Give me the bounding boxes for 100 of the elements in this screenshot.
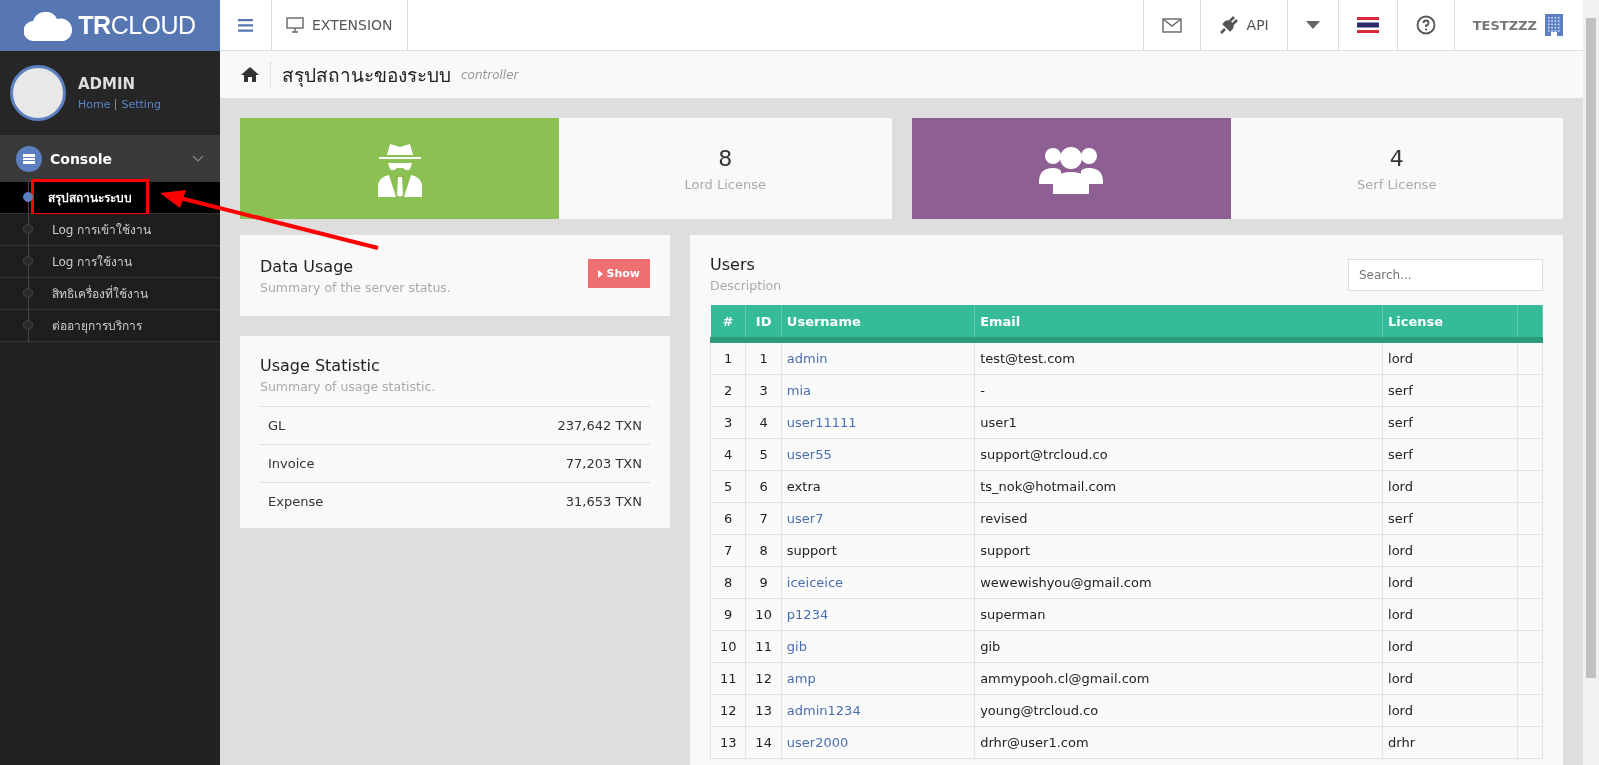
table-cell: 11 xyxy=(710,662,746,695)
monitor-icon xyxy=(286,17,304,33)
table-cell: gib xyxy=(974,630,1383,663)
username-link[interactable]: iceiceice xyxy=(786,575,844,590)
bullet-icon xyxy=(23,192,33,202)
table-cell: lord xyxy=(1382,534,1518,567)
username-link[interactable]: p1234 xyxy=(786,607,829,622)
profile-link[interactable]: Setting xyxy=(121,98,161,111)
menu-label: ต่ออายุการบริการ xyxy=(51,318,143,336)
sidebar-item[interactable]: Log การเข้าใช้งาน xyxy=(0,214,220,246)
table-cell: 8 xyxy=(710,566,746,599)
table-cell: support xyxy=(781,534,975,567)
cloud-icon xyxy=(24,10,73,41)
table-cell: 2 xyxy=(710,374,746,407)
table-cell: lord xyxy=(1382,662,1518,695)
table-cell: - xyxy=(974,374,1383,407)
license-label: Serf License xyxy=(1357,176,1437,192)
table-cell: wewewishyou@gmail.com xyxy=(974,566,1383,599)
page-subtitle: controller xyxy=(461,67,519,82)
table-cell: 12 xyxy=(710,694,746,727)
table-cell: 4 xyxy=(710,438,746,471)
table-cell: revised xyxy=(974,502,1383,535)
play-icon xyxy=(597,269,603,278)
table-cell: 3 xyxy=(710,406,746,439)
plug-icon xyxy=(1218,15,1239,35)
menu-label: สิทธิเครื่องที่ใช้งาน xyxy=(51,284,149,303)
username-link[interactable]: user11111 xyxy=(786,415,857,430)
table-cell: lord xyxy=(1382,630,1518,663)
license-count: 8 xyxy=(718,145,733,171)
profile-link[interactable]: Home xyxy=(78,98,111,111)
card-title: Users xyxy=(710,255,756,274)
table-cell: serf xyxy=(1382,406,1518,439)
username-link[interactable]: user55 xyxy=(786,447,832,462)
brand-logo[interactable]: TRCLOUD xyxy=(0,0,220,51)
license-label: Lord License xyxy=(684,176,766,192)
card-subtitle: Summary of usage statistic. xyxy=(260,379,437,394)
flag-icon xyxy=(1356,17,1379,33)
menu-label: Log การเข้าใช้งาน xyxy=(51,222,153,239)
table-cell: lord xyxy=(1382,694,1518,727)
sidebar-item[interactable]: สรุปสถานะระบบ xyxy=(0,182,220,214)
home-icon[interactable] xyxy=(240,66,260,83)
table-cell: extra xyxy=(781,470,975,503)
table-cell: support@trcloud.co xyxy=(974,438,1383,471)
license-count: 4 xyxy=(1389,145,1404,171)
table-cell: 5 xyxy=(710,470,746,503)
bullet-icon xyxy=(23,288,33,298)
menu-label: Log การใช้งาน xyxy=(51,254,134,271)
stat-label: Invoice xyxy=(268,456,315,471)
table-cell: 7 xyxy=(710,534,746,567)
table-cell: ammypooh.cl@gmail.com xyxy=(974,662,1383,695)
table-cell: serf xyxy=(1382,374,1518,407)
scrollbar[interactable] xyxy=(1583,0,1599,765)
console-menu[interactable]: Console xyxy=(0,135,220,182)
table-cell: serf xyxy=(1382,502,1518,535)
table-cell: young@trcloud.co xyxy=(974,694,1383,727)
sidebar-item[interactable]: ต่ออายุการบริการ xyxy=(0,310,220,342)
table-cell: ts_nok@hotmail.com xyxy=(974,470,1383,503)
bullet-icon xyxy=(23,224,33,234)
card-subtitle: Summary of the server status. xyxy=(260,280,451,295)
help-icon xyxy=(1415,15,1436,35)
avatar xyxy=(10,65,66,121)
username-link[interactable]: admin xyxy=(786,351,828,366)
menu-icon xyxy=(238,16,253,34)
mail-button[interactable] xyxy=(1142,0,1201,50)
username-link[interactable]: mia xyxy=(786,383,812,398)
show-button[interactable]: Show xyxy=(587,259,650,288)
card-title: Usage Statistic xyxy=(260,356,381,375)
username-link[interactable]: amp xyxy=(786,671,816,686)
console-icon xyxy=(16,145,42,172)
table-cell: 9 xyxy=(710,598,746,631)
table-cell: superman xyxy=(974,598,1383,631)
page-title: สรุปสถานะของระบบ xyxy=(282,62,451,89)
stat-value: 77,203 TXN xyxy=(565,456,642,471)
sidebar-item[interactable]: Log การใช้งาน xyxy=(0,246,220,278)
username-link[interactable]: user7 xyxy=(786,511,824,526)
building-icon xyxy=(1545,14,1563,36)
table-cell: serf xyxy=(1382,438,1518,471)
user-name: ADMIN xyxy=(78,75,137,93)
chevron-icon xyxy=(192,154,204,163)
table-cell: 6 xyxy=(710,502,746,535)
username-link[interactable]: admin1234 xyxy=(786,703,861,718)
card-title: Data Usage xyxy=(260,257,355,276)
table-cell: user1 xyxy=(974,406,1383,439)
table-cell: lord xyxy=(1382,598,1518,631)
stat-value: 237,642 TXN xyxy=(557,418,642,433)
username-link[interactable]: user2000 xyxy=(786,735,849,750)
table-cell: 13 xyxy=(710,726,746,759)
stat-value: 31,653 TXN xyxy=(565,494,642,509)
table-cell: drhr xyxy=(1382,726,1518,759)
card-subtitle: Description xyxy=(710,278,782,293)
table-cell: drhr@user1.com xyxy=(974,726,1383,759)
search-field[interactable]: Search... xyxy=(1348,259,1543,291)
table-cell: lord xyxy=(1382,566,1518,599)
bullet-icon xyxy=(23,256,33,266)
bullet-icon xyxy=(23,320,33,330)
table-cell: lord xyxy=(1382,470,1518,503)
stat-label: Expense xyxy=(268,494,324,509)
sidebar-item[interactable]: สิทธิเครื่องที่ใช้งาน xyxy=(0,278,220,310)
table-cell: 10 xyxy=(710,630,746,663)
username-link[interactable]: gib xyxy=(786,639,807,654)
